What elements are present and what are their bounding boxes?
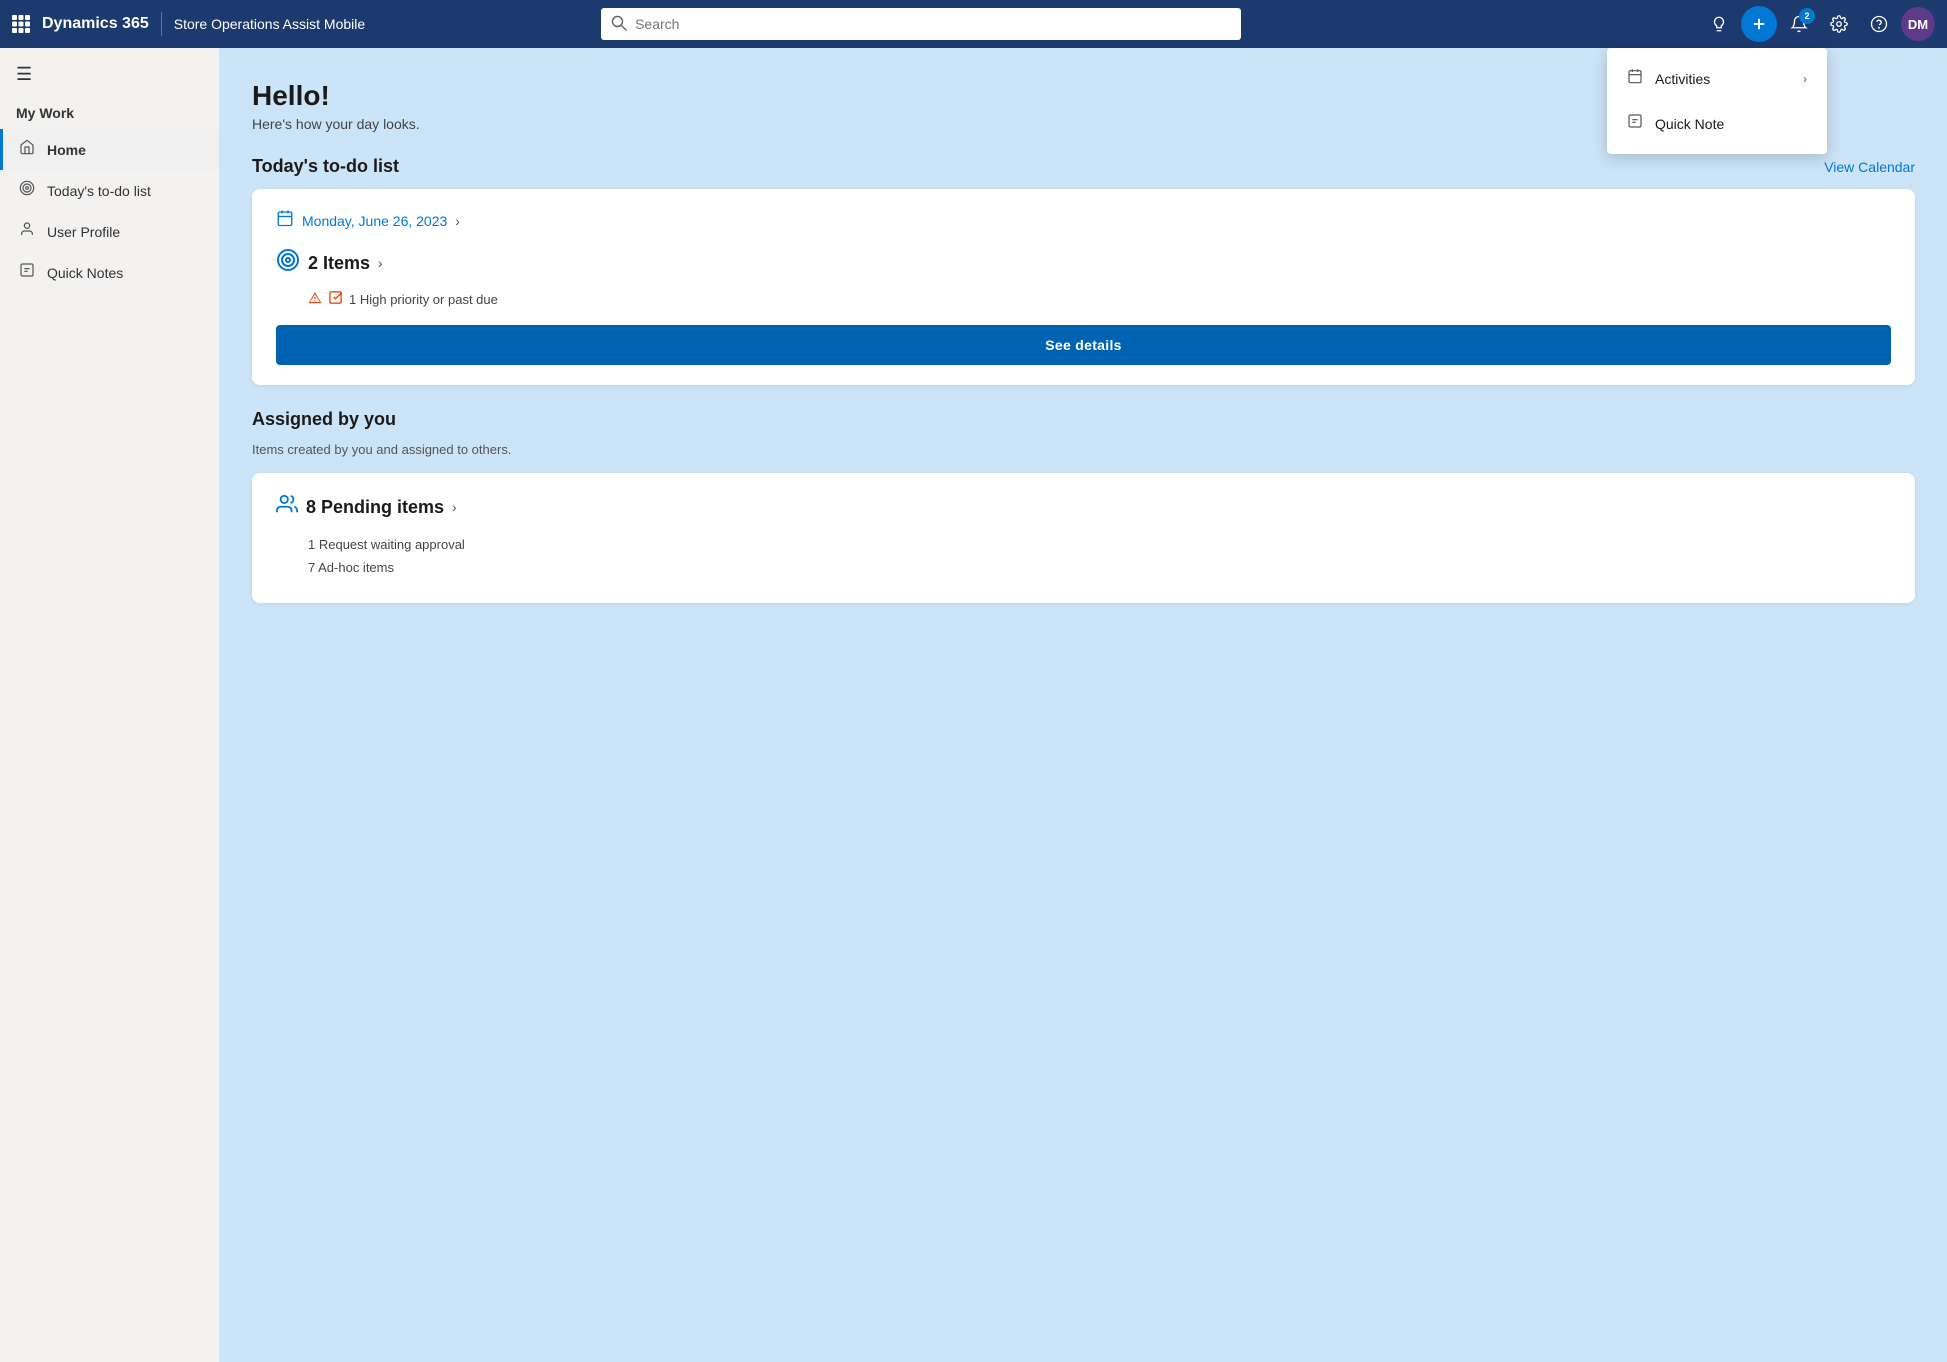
sidebar-item-home[interactable]: Home: [0, 129, 219, 170]
activities-label: Activities: [1655, 71, 1791, 87]
task-icon: [328, 290, 343, 309]
pending-sub-item-1: 7 Ad-hoc items: [308, 560, 1891, 575]
target-icon: [19, 180, 35, 201]
sidebar-quicknotes-label: Quick Notes: [47, 265, 123, 281]
todo-section-title: Today's to-do list: [252, 156, 399, 177]
app-name: Store Operations Assist Mobile: [174, 16, 365, 32]
search-input[interactable]: [635, 16, 1231, 32]
sidebar-home-label: Home: [47, 142, 86, 158]
sidebar-profile-label: User Profile: [47, 224, 120, 240]
sidebar-item-today[interactable]: Today's to-do list: [0, 170, 219, 211]
view-calendar-link[interactable]: View Calendar: [1824, 159, 1915, 175]
quicknotes-icon: [19, 262, 35, 283]
home-icon: [19, 139, 35, 160]
notification-button[interactable]: 2: [1781, 6, 1817, 42]
card-date-text: Monday, June 26, 2023: [302, 213, 447, 229]
add-button[interactable]: [1741, 6, 1777, 42]
activities-icon: [1627, 68, 1643, 89]
priority-text: 1 High priority or past due: [349, 292, 498, 307]
app-layout: ☰ My Work Home Today's to-do list: [0, 48, 1947, 1362]
sidebar: ☰ My Work Home Today's to-do list: [0, 48, 220, 1362]
items-count: 2 Items: [308, 253, 370, 274]
assigned-card: 8 Pending items › 1 Request waiting appr…: [252, 473, 1915, 603]
search-icon: [611, 15, 627, 34]
nav-actions: 2 DM: [1701, 6, 1935, 42]
pending-chevron-icon[interactable]: ›: [452, 499, 457, 515]
waffle-menu-button[interactable]: [12, 15, 30, 33]
activities-dropdown: Activities › Quick Note: [1607, 48, 1827, 154]
date-chevron-icon[interactable]: ›: [455, 213, 460, 229]
quicknote-icon: [1627, 113, 1643, 134]
help-button[interactable]: [1861, 6, 1897, 42]
search-bar[interactable]: [601, 8, 1241, 40]
sidebar-item-profile[interactable]: User Profile: [0, 211, 219, 252]
assigned-section-title: Assigned by you: [252, 409, 396, 430]
quicknote-label: Quick Note: [1655, 116, 1807, 132]
todo-card: Monday, June 26, 2023 › 2 Items ›: [252, 189, 1915, 385]
settings-button[interactable]: [1821, 6, 1857, 42]
sidebar-menu-button[interactable]: ☰: [0, 48, 219, 93]
items-target-icon: [276, 248, 300, 278]
sidebar-item-quicknotes[interactable]: Quick Notes: [0, 252, 219, 293]
sidebar-today-label: Today's to-do list: [47, 183, 151, 199]
todo-section-header: Today's to-do list View Calendar: [252, 156, 1915, 177]
exclamation-icon: [308, 291, 322, 309]
top-navigation: Dynamics 365 Store Operations Assist Mob…: [0, 0, 1947, 48]
priority-row: 1 High priority or past due: [308, 290, 1891, 309]
assigned-section-header: Assigned by you: [252, 409, 1915, 430]
pending-count: 8 Pending items: [306, 497, 444, 518]
brand-name: Dynamics 365: [42, 15, 149, 33]
sidebar-section-label: My Work: [0, 93, 219, 129]
items-row: 2 Items ›: [276, 248, 1891, 278]
quicknote-menu-item[interactable]: Quick Note: [1607, 101, 1827, 146]
calendar-icon: [276, 209, 294, 232]
see-details-button[interactable]: See details: [276, 325, 1891, 365]
card-date-row: Monday, June 26, 2023 ›: [276, 209, 1891, 232]
activities-menu-item[interactable]: Activities ›: [1607, 56, 1827, 101]
pending-row: 8 Pending items ›: [276, 493, 1891, 521]
items-chevron-icon[interactable]: ›: [378, 255, 383, 271]
user-avatar[interactable]: DM: [1901, 7, 1935, 41]
nav-divider: [161, 12, 162, 36]
assigned-users-icon: [276, 493, 298, 521]
pending-sub-item-0: 1 Request waiting approval: [308, 537, 1891, 552]
lightbulb-button[interactable]: [1701, 6, 1737, 42]
notification-badge: 2: [1799, 8, 1815, 24]
main-content: Hello! Here's how your day looks. Today'…: [220, 48, 1947, 1362]
assigned-section-sub: Items created by you and assigned to oth…: [252, 442, 1915, 457]
user-profile-icon: [19, 221, 35, 242]
activities-chevron-icon: ›: [1803, 72, 1807, 86]
